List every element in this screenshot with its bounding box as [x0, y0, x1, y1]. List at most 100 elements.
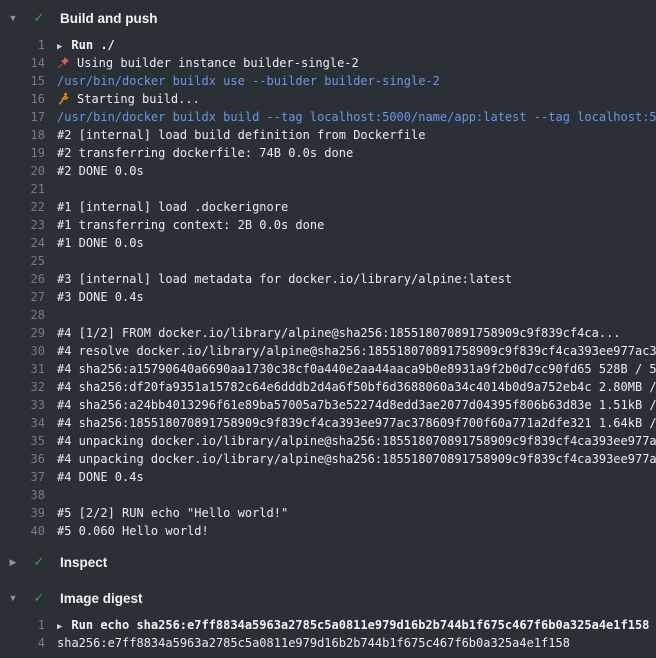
line-number[interactable]: 30: [0, 342, 45, 360]
log-section-build-and-push: ▼ ✓ Build and push 1 ▶Run ./ 14 Using builder …: [0, 0, 656, 544]
line-number[interactable]: 20: [0, 162, 45, 180]
log-line: 27 #3 DONE 0.4s: [0, 288, 656, 306]
line-number[interactable]: 32: [0, 378, 45, 396]
log-text-content: #4 resolve docker.io/library/alpine@sha2…: [57, 344, 656, 358]
section-title: Image digest: [60, 591, 143, 606]
line-number[interactable]: 19: [0, 144, 45, 162]
success-check-icon: ✓: [31, 590, 47, 606]
log-text-content: #4 sha256:185518070891758909c9f839cf4ca3…: [57, 416, 656, 430]
line-number[interactable]: 37: [0, 468, 45, 486]
line-number[interactable]: 35: [0, 432, 45, 450]
log-line: 1 ▶ Run echo sha256:e7ff8834a5963a2785c5a0…: [0, 616, 656, 634]
line-number[interactable]: 27: [0, 288, 45, 306]
section-title: Build and push: [60, 11, 158, 26]
log-text: #1 [internal] load .dockerignore: [57, 198, 656, 216]
log-text: #1 DONE 0.0s: [57, 234, 656, 252]
log-line: 40 #5 0.060 Hello world!: [0, 522, 656, 540]
pushpin-icon: [57, 56, 71, 69]
section-header-image-digest[interactable]: ▼ ✓ Image digest: [0, 580, 656, 616]
line-number[interactable]: 1: [0, 36, 45, 54]
line-number[interactable]: 15: [0, 72, 45, 90]
line-number[interactable]: 25: [0, 252, 45, 270]
log-line: 26 #3 [internal] load metadata for docker…: [0, 270, 656, 288]
line-number[interactable]: 28: [0, 306, 45, 324]
log-section-inspect: ▶✓Inspect: [0, 544, 656, 580]
log-line: 39#5 [2/2] RUN echo "Hello world!": [0, 504, 656, 522]
run-group-toggle-icon[interactable]: ▶: [57, 42, 62, 52]
log-text-content: #4 unpacking docker.io/library/alpine@sh…: [57, 452, 656, 466]
chevron-down-icon[interactable]: ▼: [7, 593, 19, 603]
log-text: /usr/bin/docker buildx build --tag local…: [57, 108, 656, 126]
line-number[interactable]: 31: [0, 360, 45, 378]
log-text-content: #2 transferring dockerfile: 74B 0.0s don…: [57, 146, 353, 160]
line-number[interactable]: 40: [0, 522, 45, 540]
log-text-content: #2 DONE 0.0s: [57, 164, 144, 178]
chevron-right-icon[interactable]: ▶: [7, 557, 19, 568]
log-line: 35#4 unpacking docker.io/library/alpine@…: [0, 432, 656, 450]
runner-icon: [57, 92, 71, 105]
log-text: [57, 306, 656, 324]
log-text: [57, 180, 656, 198]
log-line: 17/usr/bin/docker buildx build --tag loc…: [0, 108, 656, 126]
line-number[interactable]: 21: [0, 180, 45, 198]
log-text: #4 sha256:a24bb4013296f61e89ba57005a7b3e…: [57, 396, 656, 414]
log-text-content: #5 0.060 Hello world!: [57, 524, 209, 538]
log-line: 15/usr/bin/docker buildx use --builder b…: [0, 72, 656, 90]
log-text: #5 0.060 Hello world!: [57, 522, 656, 540]
line-number[interactable]: 33: [0, 396, 45, 414]
line-number[interactable]: 14: [0, 54, 45, 72]
log-text: #4 resolve docker.io/library/alpine@sha2…: [57, 342, 656, 360]
section-header-inspect[interactable]: ▶✓Inspect: [0, 544, 656, 580]
line-number[interactable]: 4: [0, 634, 45, 652]
log-text-content: #4 sha256:df20fa9351a15782c64e6dddb2d4a6…: [57, 380, 656, 394]
log-line: 33 #4 sha256:a24bb4013296f61e89ba57005a7b…: [0, 396, 656, 414]
log-line: 25: [0, 252, 656, 270]
line-number[interactable]: 36: [0, 450, 45, 468]
log-text: Using builder instance builder-single-2: [57, 54, 656, 72]
log-text-content: /usr/bin/docker buildx build --tag local…: [57, 110, 656, 124]
line-number[interactable]: 26: [0, 270, 45, 288]
log-line: 28: [0, 306, 656, 324]
log-text: #4 sha256:df20fa9351a15782c64e6dddb2d4a6…: [57, 378, 656, 396]
log-text: #1 transferring context: 2B 0.0s done: [57, 216, 656, 234]
log-text-content: #2 [internal] load build definition from…: [57, 128, 425, 142]
section-header-build-and-push[interactable]: ▼ ✓ Build and push: [0, 0, 656, 36]
line-number[interactable]: 1: [0, 616, 45, 634]
line-number[interactable]: 23: [0, 216, 45, 234]
log-text: #2 [internal] load build definition from…: [57, 126, 656, 144]
log-text: #3 [internal] load metadata for docker.i…: [57, 270, 656, 288]
line-number[interactable]: 29: [0, 324, 45, 342]
line-number[interactable]: 38: [0, 486, 45, 504]
log-text-content: Using builder instance builder-single-2: [77, 56, 359, 70]
line-number[interactable]: 22: [0, 198, 45, 216]
log-text-content: #3 DONE 0.4s: [57, 290, 144, 304]
run-group-toggle-icon[interactable]: ▶: [57, 622, 62, 632]
line-number[interactable]: 34: [0, 414, 45, 432]
log-text-content: #3 [internal] load metadata for docker.i…: [57, 272, 512, 286]
log-text: #4 DONE 0.4s: [57, 468, 656, 486]
log-text-content: /usr/bin/docker buildx use --builder bui…: [57, 74, 440, 88]
line-number[interactable]: 39: [0, 504, 45, 522]
log-text: #2 DONE 0.0s: [57, 162, 656, 180]
log-text: Starting build...: [57, 90, 656, 108]
success-check-icon: ✓: [31, 554, 47, 570]
line-number[interactable]: 17: [0, 108, 45, 126]
log-text-content: Run echo sha256:e7ff8834a5963a2785c5a081…: [71, 618, 649, 632]
line-number[interactable]: 24: [0, 234, 45, 252]
section-log-lines: 1 ▶Run ./ 14 Using builder instance builder…: [0, 36, 656, 544]
log-line: 36 #4 unpacking docker.io/library/alpine@…: [0, 450, 656, 468]
chevron-down-icon[interactable]: ▼: [7, 13, 19, 23]
success-check-icon: ✓: [31, 10, 47, 26]
log-line: 4sha256:e7ff8834a5963a2785c5a0811e979d16…: [0, 634, 656, 652]
log-text-content: #4 sha256:a15790640a6690aa1730c38cf0a440…: [57, 362, 656, 376]
log-text: ▶Run ./: [57, 36, 656, 54]
line-number[interactable]: 16: [0, 90, 45, 108]
log-line: 30 #4 resolve docker.io/library/alpine@sh…: [0, 342, 656, 360]
workflow-log-panel: ▼✓Build and push1▶Run ./14Using builder …: [0, 0, 656, 658]
log-line: 21: [0, 180, 656, 198]
line-number[interactable]: 18: [0, 126, 45, 144]
log-line: 18 #2 [internal] load build definition fr…: [0, 126, 656, 144]
log-text: #4 sha256:185518070891758909c9f839cf4ca3…: [57, 414, 656, 432]
log-line: 19 #2 transferring dockerfile: 74B 0.0s d…: [0, 144, 656, 162]
log-line: 16 Starting build...: [0, 90, 656, 108]
